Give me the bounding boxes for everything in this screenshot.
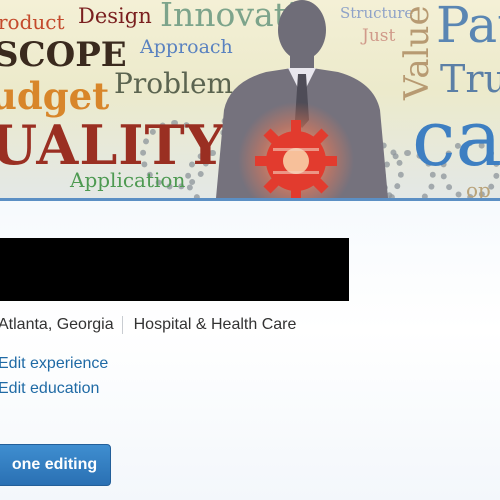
banner-word: SCOPE: [0, 35, 127, 75]
banner-word: Pat: [436, 0, 500, 54]
done-editing-button[interactable]: one editing: [0, 444, 111, 486]
banner-divider: [0, 198, 500, 201]
profile-page: roduct Design Innovati Structure Just Pa…: [0, 0, 500, 500]
banner-word: Design: [78, 4, 152, 28]
edit-experience-link[interactable]: Edit experience: [0, 355, 108, 373]
banner-word: udget: [0, 74, 110, 118]
profile-banner-image: roduct Design Innovati Structure Just Pa…: [0, 0, 500, 198]
edit-education-link[interactable]: Edit education: [0, 380, 99, 398]
gear-icon: [255, 120, 337, 198]
banner-word: UALITY: [0, 113, 226, 177]
profile-industry: Hospital & Health Care: [133, 316, 297, 333]
banner-word: ca: [412, 94, 500, 184]
done-editing-label: one editing: [11, 456, 98, 473]
profile-meta-row: Atlanta, Georgia Hospital & Health Care: [0, 315, 296, 335]
banner-word: Trus: [440, 57, 500, 101]
banner-word: roduct: [0, 10, 65, 34]
profile-location: Atlanta, Georgia: [0, 316, 114, 333]
redacted-profile-name: [0, 238, 349, 301]
banner-word: Application: [70, 168, 186, 192]
meta-divider: [121, 316, 123, 334]
banner-word: op: [466, 178, 491, 198]
